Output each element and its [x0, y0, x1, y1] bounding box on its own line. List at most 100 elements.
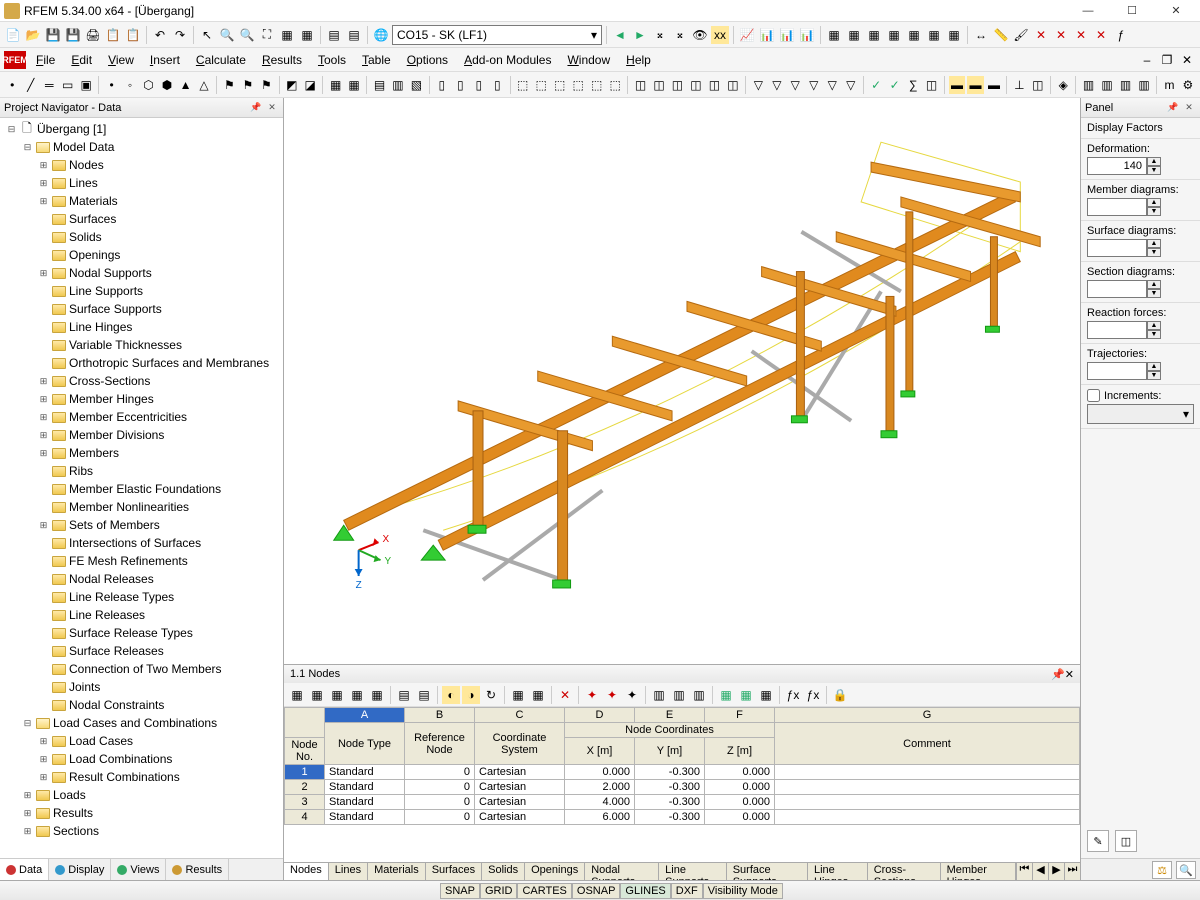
el6-icon[interactable]: △ — [196, 76, 212, 94]
x-red4-icon[interactable]: ✕ — [1092, 26, 1110, 44]
status-cartes[interactable]: CARTES — [517, 883, 571, 899]
grid1-icon[interactable]: ▦ — [825, 26, 843, 44]
end1-icon[interactable]: ▥ — [1080, 76, 1096, 94]
tt-9-icon[interactable]: ◑ — [462, 686, 480, 704]
iso-icon[interactable]: ◫ — [923, 76, 939, 94]
table-tab-materials[interactable]: Materials — [368, 863, 426, 880]
cube-c-icon[interactable]: ◫ — [669, 76, 685, 94]
nav-tab-results[interactable]: Results — [166, 859, 229, 880]
saveall-icon[interactable]: 💾 — [64, 26, 82, 44]
tree-item-variable-thicknesses[interactable]: Variable Thicknesses — [2, 336, 281, 354]
minimize-button[interactable]: — — [1068, 1, 1108, 21]
tt-1-icon[interactable]: ▦ — [288, 686, 306, 704]
rp-tab-scale-icon[interactable]: ⚖ — [1152, 861, 1172, 879]
layer3-icon[interactable]: ▧ — [408, 76, 424, 94]
zoomfit-icon[interactable]: 🔍 — [238, 26, 256, 44]
tree-item-fe-mesh-refinements[interactable]: FE Mesh Refinements — [2, 552, 281, 570]
status-grid[interactable]: GRID — [480, 883, 518, 899]
tree-item-line-supports[interactable]: Line Supports — [2, 282, 281, 300]
model-viewport[interactable]: X Y Z — [284, 98, 1080, 664]
v4-icon[interactable]: ▯ — [489, 76, 505, 94]
end4-icon[interactable]: ▥ — [1136, 76, 1152, 94]
cube-d-icon[interactable]: ◫ — [688, 76, 704, 94]
x-red2-icon[interactable]: ✕ — [1052, 26, 1070, 44]
sel6-icon[interactable]: ⬚ — [607, 76, 623, 94]
tree-loads[interactable]: ⊞Loads — [2, 786, 281, 804]
maximize-button[interactable]: ☐ — [1112, 1, 1152, 21]
tt-calc-icon[interactable]: ▦ — [757, 686, 775, 704]
tt-col2-icon[interactable]: ▥ — [670, 686, 688, 704]
nodes-table[interactable]: A B C D E F G Node Type Reference Node C… — [284, 707, 1080, 825]
grid3-icon[interactable]: ▦ — [865, 26, 883, 44]
rp-pin-icon[interactable]: 📌 — [1166, 101, 1180, 115]
tree-item-member-eccentricities[interactable]: ⊞Member Eccentricities — [2, 408, 281, 426]
table2-icon[interactable]: ▤ — [345, 26, 363, 44]
tree-lc-load-cases[interactable]: ⊞Load Cases — [2, 732, 281, 750]
filt5-icon[interactable]: ▽ — [824, 76, 840, 94]
view2-icon[interactable]: ▦ — [298, 26, 316, 44]
tree-lc-result-combinations[interactable]: ⊞Result Combinations — [2, 768, 281, 786]
cube3-icon[interactable]: ▦ — [327, 76, 343, 94]
factor-spinner[interactable]: ▲▼ — [1087, 239, 1194, 257]
filt6-icon[interactable]: ▽ — [843, 76, 859, 94]
tree-item-intersections-of-surfaces[interactable]: Intersections of Surfaces — [2, 534, 281, 552]
grid4-icon[interactable]: ▦ — [885, 26, 903, 44]
tree-item-member-elastic-foundations[interactable]: Member Elastic Foundations — [2, 480, 281, 498]
copy-icon[interactable]: 📋 — [104, 26, 122, 44]
tt-fx-icon[interactable]: ƒx — [784, 686, 802, 704]
mdi-close-icon[interactable]: ✕ — [1178, 51, 1196, 69]
table-tab-surface-supports[interactable]: Surface Supports — [727, 863, 808, 880]
navigator-tree[interactable]: ⊟🗋Übergang [1] ⊟Model Data ⊞Nodes⊞Lines⊞… — [0, 118, 283, 858]
table-pin-icon[interactable]: 📌 — [1051, 668, 1065, 681]
table-tab-member-hinges[interactable]: Member Hinges — [941, 863, 1016, 880]
pin-icon[interactable]: 📌 — [249, 101, 263, 115]
snap2-icon[interactable]: ◫ — [1030, 76, 1046, 94]
table-tab-cross-sections[interactable]: Cross-Sections — [868, 863, 941, 880]
tt-lock-icon[interactable]: 🔒 — [831, 686, 849, 704]
nav-prev-icon[interactable]: ◄ — [611, 26, 629, 44]
tree-item-connection-of-two-members[interactable]: Connection of Two Members — [2, 660, 281, 678]
tree-item-surfaces[interactable]: Surfaces — [2, 210, 281, 228]
menu-table[interactable]: Table — [354, 51, 399, 69]
table-nav-arrow[interactable]: ⏭ — [1064, 863, 1080, 880]
tree-item-cross-sections[interactable]: ⊞Cross-Sections — [2, 372, 281, 390]
end2-icon[interactable]: ▥ — [1099, 76, 1115, 94]
tt-excel2-icon[interactable]: ▦ — [737, 686, 755, 704]
table-tab-solids[interactable]: Solids — [482, 863, 525, 880]
cube-f-icon[interactable]: ◫ — [725, 76, 741, 94]
table-nav-arrow[interactable]: ▶ — [1048, 863, 1064, 880]
panel-close-icon[interactable]: ✕ — [265, 101, 279, 115]
tree-item-joints[interactable]: Joints — [2, 678, 281, 696]
zoomwin-icon[interactable]: ⛶ — [258, 26, 276, 44]
unit-icon[interactable]: m — [1161, 76, 1177, 94]
v3-icon[interactable]: ▯ — [471, 76, 487, 94]
menu-options[interactable]: Options — [399, 51, 456, 69]
tree-item-orthotropic-surfaces-and-membranes[interactable]: Orthotropic Surfaces and Membranes — [2, 354, 281, 372]
tt-star2-icon[interactable]: ✦ — [603, 686, 621, 704]
menu-window[interactable]: Window — [559, 51, 618, 69]
solid-icon[interactable]: ▣ — [78, 76, 94, 94]
tree-item-nodal-supports[interactable]: ⊞Nodal Supports — [2, 264, 281, 282]
ruler-icon[interactable]: 📏 — [992, 26, 1010, 44]
undo-icon[interactable]: ↶ — [151, 26, 169, 44]
menu-edit[interactable]: Edit — [63, 51, 100, 69]
tree-item-solids[interactable]: Solids — [2, 228, 281, 246]
nav-tab-data[interactable]: Data — [0, 859, 49, 880]
loadcase-combo[interactable]: CO15 - SK (LF1)▾ — [392, 25, 602, 45]
calc-icon[interactable]: ∑ — [905, 76, 921, 94]
tree-sections[interactable]: ⊞Sections — [2, 822, 281, 840]
graph2-icon[interactable]: 📊 — [758, 26, 776, 44]
tree-item-nodal-releases[interactable]: Nodal Releases — [2, 570, 281, 588]
table-tab-openings[interactable]: Openings — [525, 863, 585, 880]
increments-checkbox[interactable]: Increments: — [1087, 389, 1194, 402]
tree-item-ribs[interactable]: Ribs — [2, 462, 281, 480]
save-icon[interactable]: 💾 — [44, 26, 62, 44]
status-dxf[interactable]: DXF — [671, 883, 703, 899]
tt-3-icon[interactable]: ▦ — [328, 686, 346, 704]
tree-item-surface-releases[interactable]: Surface Releases — [2, 642, 281, 660]
unit2-icon[interactable]: ⚙ — [1180, 76, 1196, 94]
status-glines[interactable]: GLINES — [620, 883, 670, 899]
tt-5-icon[interactable]: ▦ — [368, 686, 386, 704]
tree-lc-load-combinations[interactable]: ⊞Load Combinations — [2, 750, 281, 768]
increments-combo[interactable]: ▾ — [1087, 404, 1194, 424]
